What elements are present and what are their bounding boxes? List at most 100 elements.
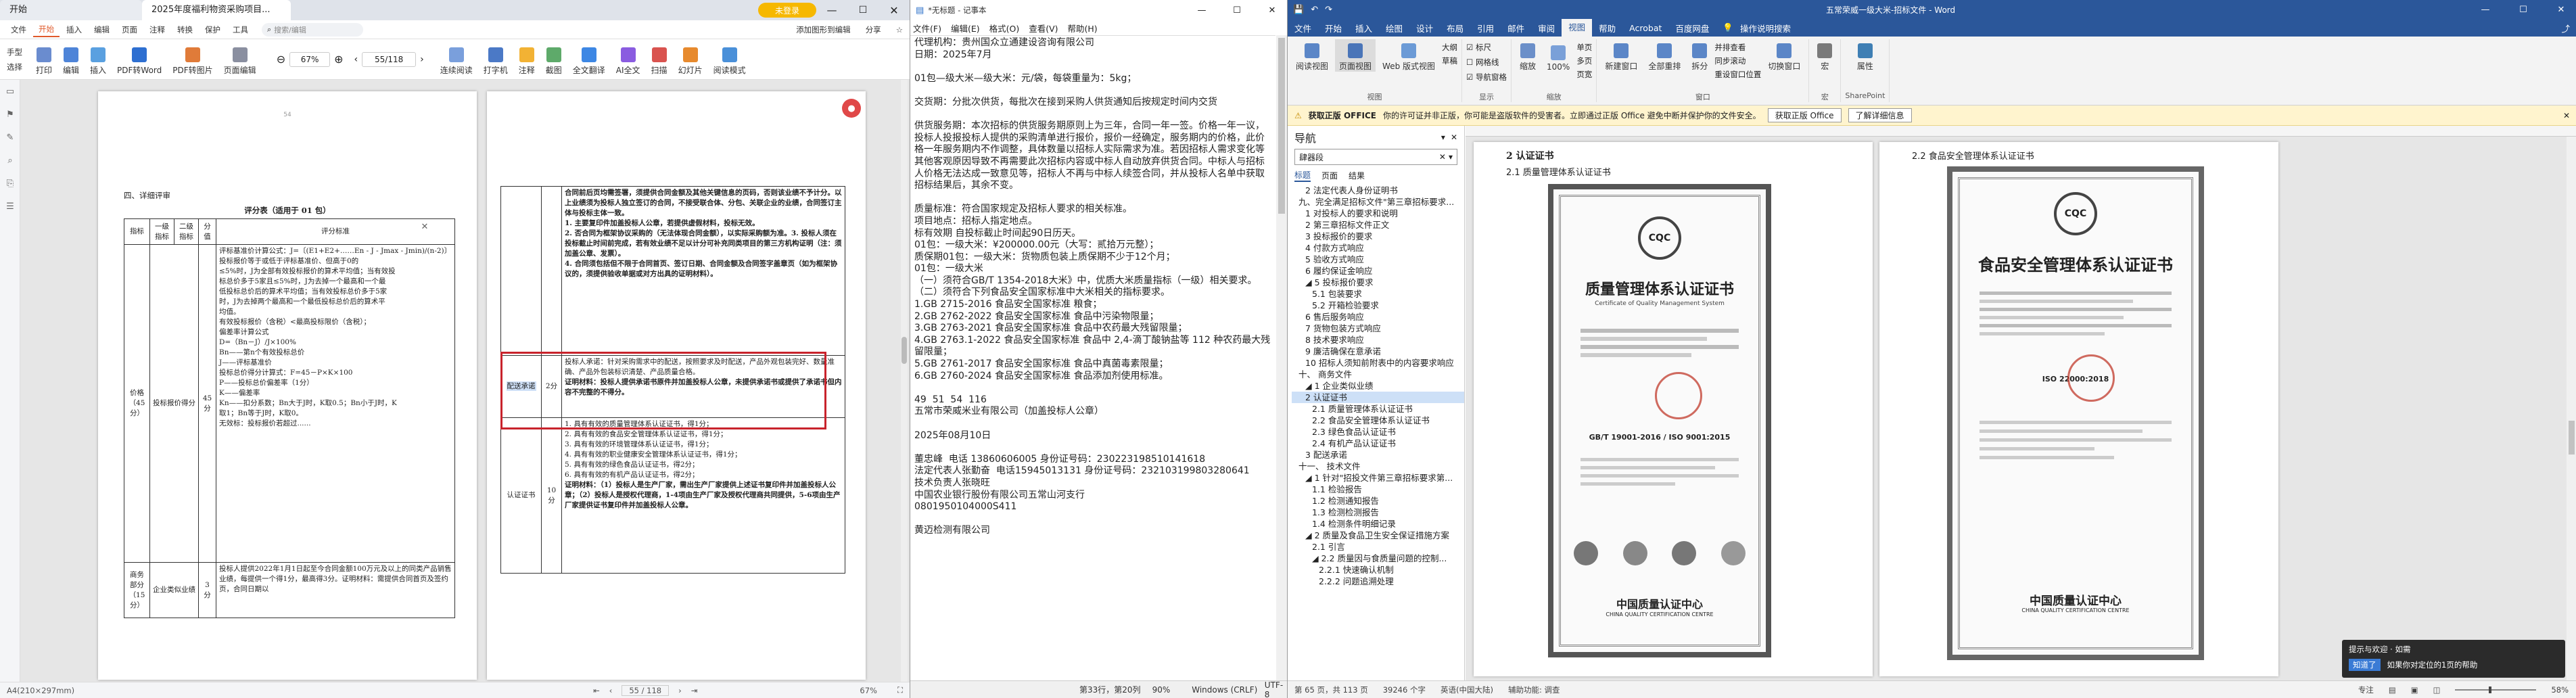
nav-heading-item[interactable]: 2.2 食品安全管理体系认证证书 [1292,415,1464,426]
translate-button[interactable]: 全文翻译 [569,43,609,76]
nav-options-icon[interactable]: ▾ [1441,133,1445,142]
scroll-thumb[interactable] [1278,38,1285,214]
close-icon[interactable]: ✕ [2546,0,2576,19]
nav-heading-item[interactable]: 九、完全满足招标文件"第三章招标要求... [1292,196,1464,208]
menu-format[interactable]: 格式(O) [989,22,1020,34]
bookmark-icon[interactable]: ⚑ [0,103,20,126]
nav-heading-item[interactable]: 2.2.2 问题追溯处理 [1292,576,1464,587]
nav-pane-checkbox[interactable]: ☑ 导航窗格 [1466,72,1507,83]
first-page-icon[interactable]: ⇤ [593,686,600,695]
split-button[interactable]: 拆分 [1687,39,1712,72]
macros-button[interactable]: 宏 [1813,39,1836,72]
menu-convert[interactable]: 转换 [172,24,198,35]
close-panel-icon[interactable]: ✕ [418,220,431,233]
one-page-button[interactable]: 单页 [1576,42,1592,53]
tab-file[interactable]: 文件 [1288,22,1318,34]
close-icon[interactable]: ✕ [879,0,910,20]
pdf-tab-home[interactable]: 开始 [0,0,142,20]
page-input[interactable]: 55/118 [362,51,417,67]
minimize-icon[interactable]: — [1186,0,1217,20]
edit-button[interactable]: 编辑 [59,43,83,76]
nav-heading-item[interactable]: 十、 商务文件 [1292,369,1464,380]
nav-heading-item[interactable]: 十一、 技术文件 [1292,461,1464,472]
print-button[interactable]: 打印 [32,43,56,76]
share-button[interactable]: 分享 [859,24,888,35]
ruler-checkbox[interactable]: ☑ 标尺 [1466,42,1507,53]
nav-heading-item[interactable]: 4 付款方式响应 [1292,242,1464,254]
pdf-tab-document[interactable]: 2025年度福利物资采购项目... [142,0,291,20]
nav-heading-item[interactable]: 1.2 检测通知报告 [1292,495,1464,507]
nav-heading-item[interactable]: ◢ 2.2 质量因与食质量问题的控制... [1292,553,1464,564]
nav-heading-item[interactable]: ◢ 1 针对"招投文件第三章招标要求第... [1292,472,1464,484]
arrange-all-button[interactable]: 全部重排 [1644,39,1685,72]
nav-heading-item[interactable]: 3 投标报价的要求 [1292,231,1464,242]
nav-heading-item[interactable]: 2.2.1 快速确认机制 [1292,564,1464,576]
tab-draw[interactable]: 绘图 [1379,22,1409,34]
slideshow-button[interactable]: 幻灯片 [674,43,707,76]
tab-baidu[interactable]: 百度网盘 [1668,22,1716,34]
sync-scroll-button[interactable]: 同步滚动 [1714,55,1761,66]
zoom-slider[interactable] [2455,686,2537,693]
tab-help[interactable]: 帮助 [1592,22,1622,34]
nav-heading-item[interactable]: 2.1 质量管理体系认证证书 [1292,403,1464,415]
share-icon[interactable]: ⤴ [2554,22,2576,34]
read-mode-button[interactable]: 阅读模式 [709,43,750,76]
nav-heading-item[interactable]: 5.2 开箱检验要求 [1292,300,1464,311]
page-width-button[interactable]: 页宽 [1576,69,1592,80]
nav-heading-item[interactable]: 2 认证证书 [1292,392,1464,403]
zoom-out-icon[interactable]: ⊖ [277,53,285,66]
thumbnail-icon[interactable]: ▭ [0,80,20,103]
save-icon[interactable]: 💾 [1293,5,1304,15]
tell-me-search[interactable]: 操作说明搜索 [1740,22,1791,34]
switch-window-button[interactable]: 切换窗口 [1764,39,1804,72]
side-by-side-button[interactable]: 并排查看 [1714,42,1761,53]
gridlines-checkbox[interactable]: ☐ 网格线 [1466,57,1507,68]
draft-button[interactable]: 草稿 [1442,55,1457,66]
nav-heading-item[interactable]: 3 配送承诺 [1292,449,1464,461]
menu-insert[interactable]: 插入 [61,24,87,35]
nav-heading-item[interactable]: 6 售后服务响应 [1292,311,1464,323]
get-genuine-button[interactable]: 获取正版 Office [1767,108,1842,122]
tab-view[interactable]: 视图 [1562,19,1593,37]
menu-annotate[interactable]: 注释 [144,24,170,35]
menu-file[interactable]: 文件 [5,24,32,35]
web-layout-button[interactable]: Web 版式视图 [1378,39,1439,72]
multi-page-button[interactable]: 多页 [1576,55,1592,66]
pdf-to-image-button[interactable]: PDF转图片 [168,43,216,76]
nav-heading-item[interactable]: 2.1 引言 [1292,541,1464,553]
word-count[interactable]: 39246 个字 [1383,684,1426,695]
maximize-icon[interactable]: ☐ [2508,0,2539,19]
annotate-button[interactable]: 注释 [515,43,539,76]
nav-heading-item[interactable]: 10 招标人须知前附表中的内容要求响应 [1292,357,1464,369]
menu-start[interactable]: 开始 [33,22,60,37]
pdf-search-box[interactable]: ⌕ 搜索/编辑 [262,22,363,37]
infobar-close-icon[interactable]: ✕ [2563,111,2570,120]
read-view-button[interactable]: 阅读视图 [1292,39,1332,72]
new-window-button[interactable]: 新建窗口 [1601,39,1641,72]
nav-heading-item[interactable]: 2.3 绿色食品认证证书 [1292,426,1464,438]
nav-tab-results[interactable]: 结果 [1349,170,1365,181]
layers-icon[interactable]: ☰ [0,195,20,218]
scroll-thumb[interactable] [2569,421,2575,455]
close-icon[interactable]: ✕ [1257,0,1287,20]
language[interactable]: 英语(中国大陆) [1441,684,1493,695]
nav-heading-item[interactable]: ◢ 5 投标报价要求 [1292,277,1464,288]
nav-heading-item[interactable]: 1.1 检验报告 [1292,484,1464,495]
nav-heading-item[interactable]: ◢ 2 质量及食品卫生安全保证措施方案 [1292,530,1464,541]
screenshot-button[interactable]: 截图 [542,43,566,76]
prev-icon[interactable]: ‹ [609,686,613,695]
nav-heading-item[interactable]: 2 第三章招标文件正文 [1292,219,1464,231]
pdf-scrollbar[interactable] [901,80,908,682]
zoom-100-button[interactable]: 100% [1543,39,1574,72]
focus-mode[interactable]: 专注 [2358,684,2374,695]
next-page-icon[interactable]: › [420,54,424,65]
horizontal-ruler[interactable] [1466,126,2576,137]
zoom-percent[interactable]: 58% [2551,685,2569,695]
tab-mailings[interactable]: 邮件 [1501,22,1531,34]
insert-button[interactable]: 插入 [86,43,110,76]
status-page-input[interactable]: 55 / 118 [622,684,670,696]
continuous-read-button[interactable]: 连续阅读 [436,43,477,76]
read-mode-icon[interactable]: ▤ [2389,685,2396,695]
tab-review[interactable]: 审阅 [1531,22,1562,34]
scan-button[interactable]: 扫描 [647,43,672,76]
